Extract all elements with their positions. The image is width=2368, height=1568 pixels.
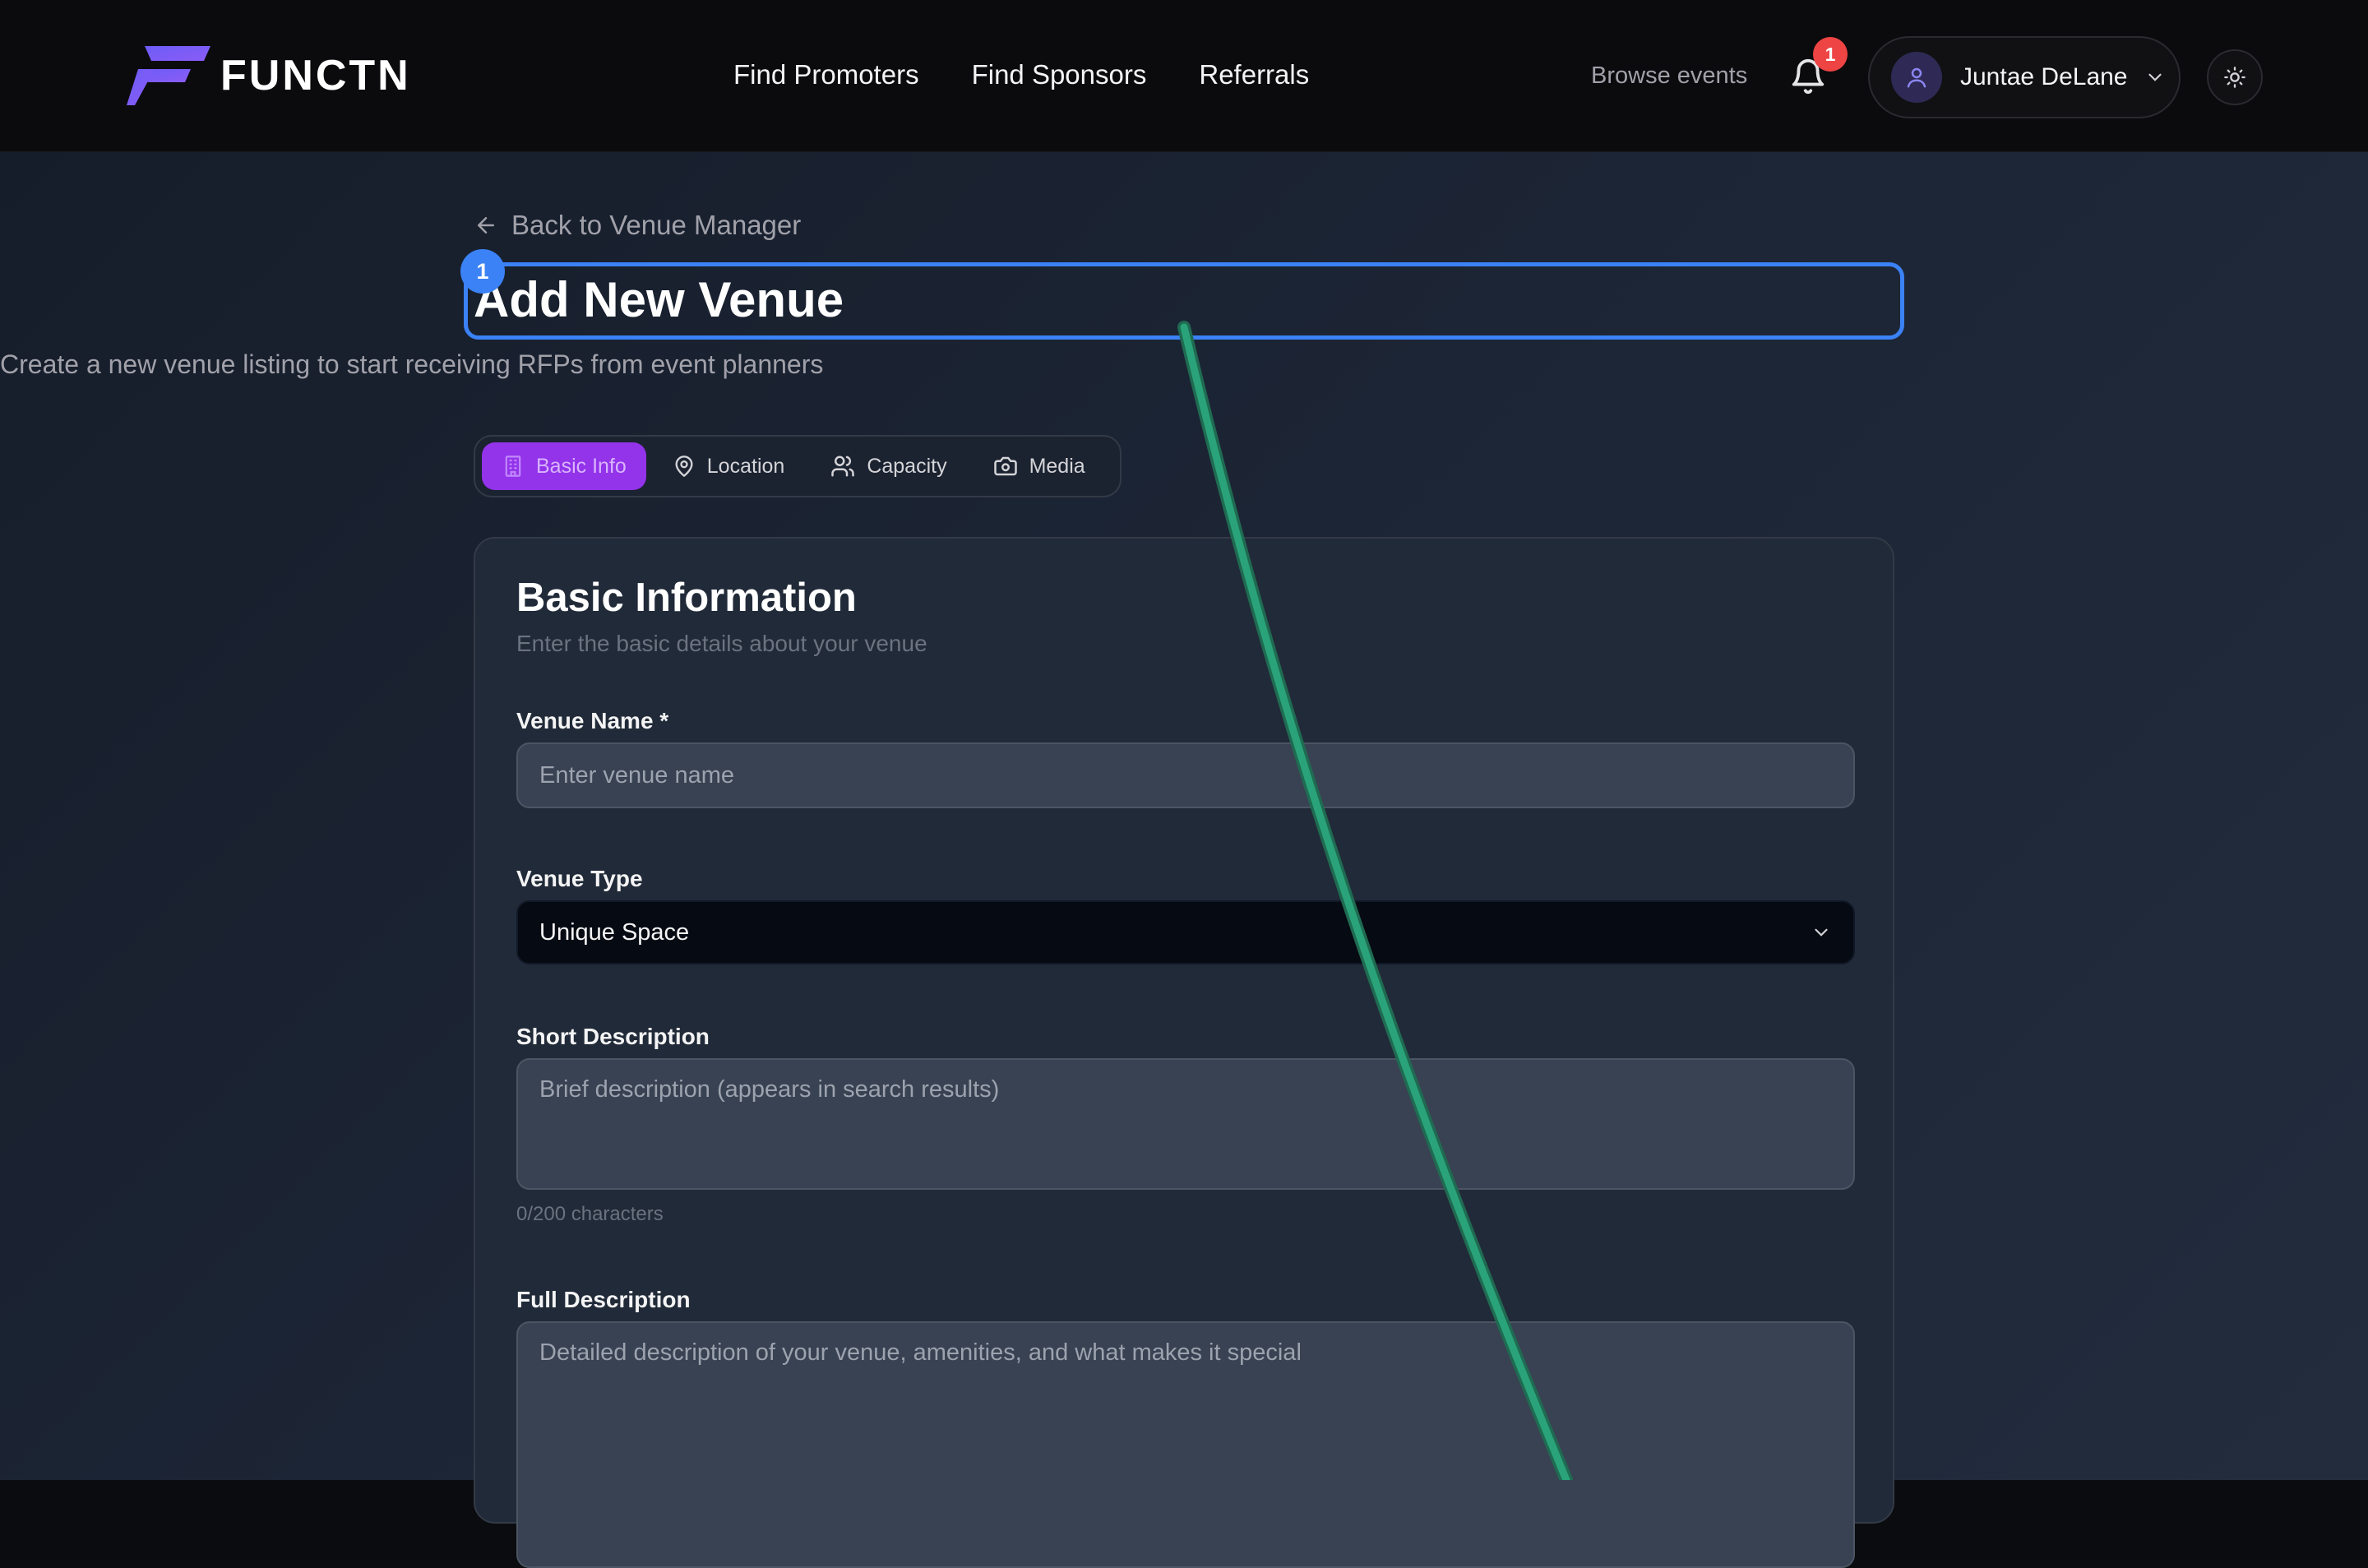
user-menu-button[interactable]: Juntae DeLane: [1868, 36, 2181, 118]
chevron-down-icon: [2148, 73, 2162, 81]
building-icon: [505, 456, 521, 477]
tab-location[interactable]: Location: [653, 442, 805, 490]
basic-information-card: Basic Information Enter the basic detail…: [474, 537, 1894, 1568]
tab-media[interactable]: Media: [974, 442, 1105, 490]
tab-capacity[interactable]: Capacity: [811, 442, 966, 490]
back-to-venue-manager-link[interactable]: Back to Venue Manager: [474, 210, 801, 241]
chevron-down-icon: [1815, 928, 1828, 937]
tab-basic-info[interactable]: Basic Info: [482, 442, 646, 490]
main-content: Back to Venue Manager Add New Venue 1 Cr…: [0, 152, 2368, 1568]
user-icon: [1907, 67, 1926, 88]
venue-name-input[interactable]: [516, 742, 1855, 808]
users-icon: [831, 456, 855, 477]
nav-referrals[interactable]: Referrals: [1199, 59, 1309, 90]
camera-icon: [993, 456, 1017, 476]
tab-label: Basic Info: [536, 454, 627, 478]
notification-badge: 1: [1813, 37, 1848, 72]
section-subtitle: Enter the basic details about your venue: [516, 631, 927, 656]
arrow-left-icon: [478, 217, 494, 234]
main-nav: Find Promoters Find Sponsors Referrals: [733, 59, 1309, 90]
venue-type-label: Venue Type: [516, 866, 643, 891]
tab-label: Media: [1029, 454, 1085, 478]
map-pin-icon: [675, 456, 693, 478]
theme-toggle-button[interactable]: [2207, 49, 2263, 105]
section-title: Basic Information: [516, 576, 857, 620]
full-description-label: Full Description: [516, 1287, 691, 1312]
annotation-marker: 1: [460, 249, 505, 294]
user-name: Juntae DeLane: [1960, 63, 2128, 90]
logo-text: FUNCTN: [220, 52, 411, 99]
tab-label: Capacity: [867, 454, 947, 478]
nav-find-promoters[interactable]: Find Promoters: [733, 59, 919, 90]
functn-logo[interactable]: FUNCTN: [127, 46, 411, 105]
full-description-textarea[interactable]: [516, 1321, 1855, 1568]
browse-events-link[interactable]: Browse events: [1591, 62, 1747, 90]
venue-type-select[interactable]: Unique Space: [516, 900, 1855, 964]
logo-mark-icon: [127, 46, 210, 105]
short-description-label: Short Description: [516, 1024, 710, 1049]
character-counter: 0/200 characters: [516, 1203, 664, 1225]
sun-icon: [2224, 67, 2245, 88]
form-tabs: Basic Info Location Capacity Media: [474, 435, 1122, 497]
top-nav-bar: FUNCTN Find Promoters Find Sponsors Refe…: [0, 0, 2368, 152]
page-subtitle: Create a new venue listing to start rece…: [0, 349, 824, 379]
tab-label: Location: [706, 454, 785, 478]
avatar: [1891, 52, 1942, 103]
back-link-label: Back to Venue Manager: [511, 210, 802, 240]
venue-name-label: Venue Name *: [516, 708, 669, 733]
venue-type-value: Unique Space: [539, 918, 690, 946]
short-description-textarea[interactable]: [516, 1058, 1855, 1190]
annotation-highlight-box: [464, 262, 1904, 340]
nav-find-sponsors[interactable]: Find Sponsors: [972, 59, 1147, 90]
